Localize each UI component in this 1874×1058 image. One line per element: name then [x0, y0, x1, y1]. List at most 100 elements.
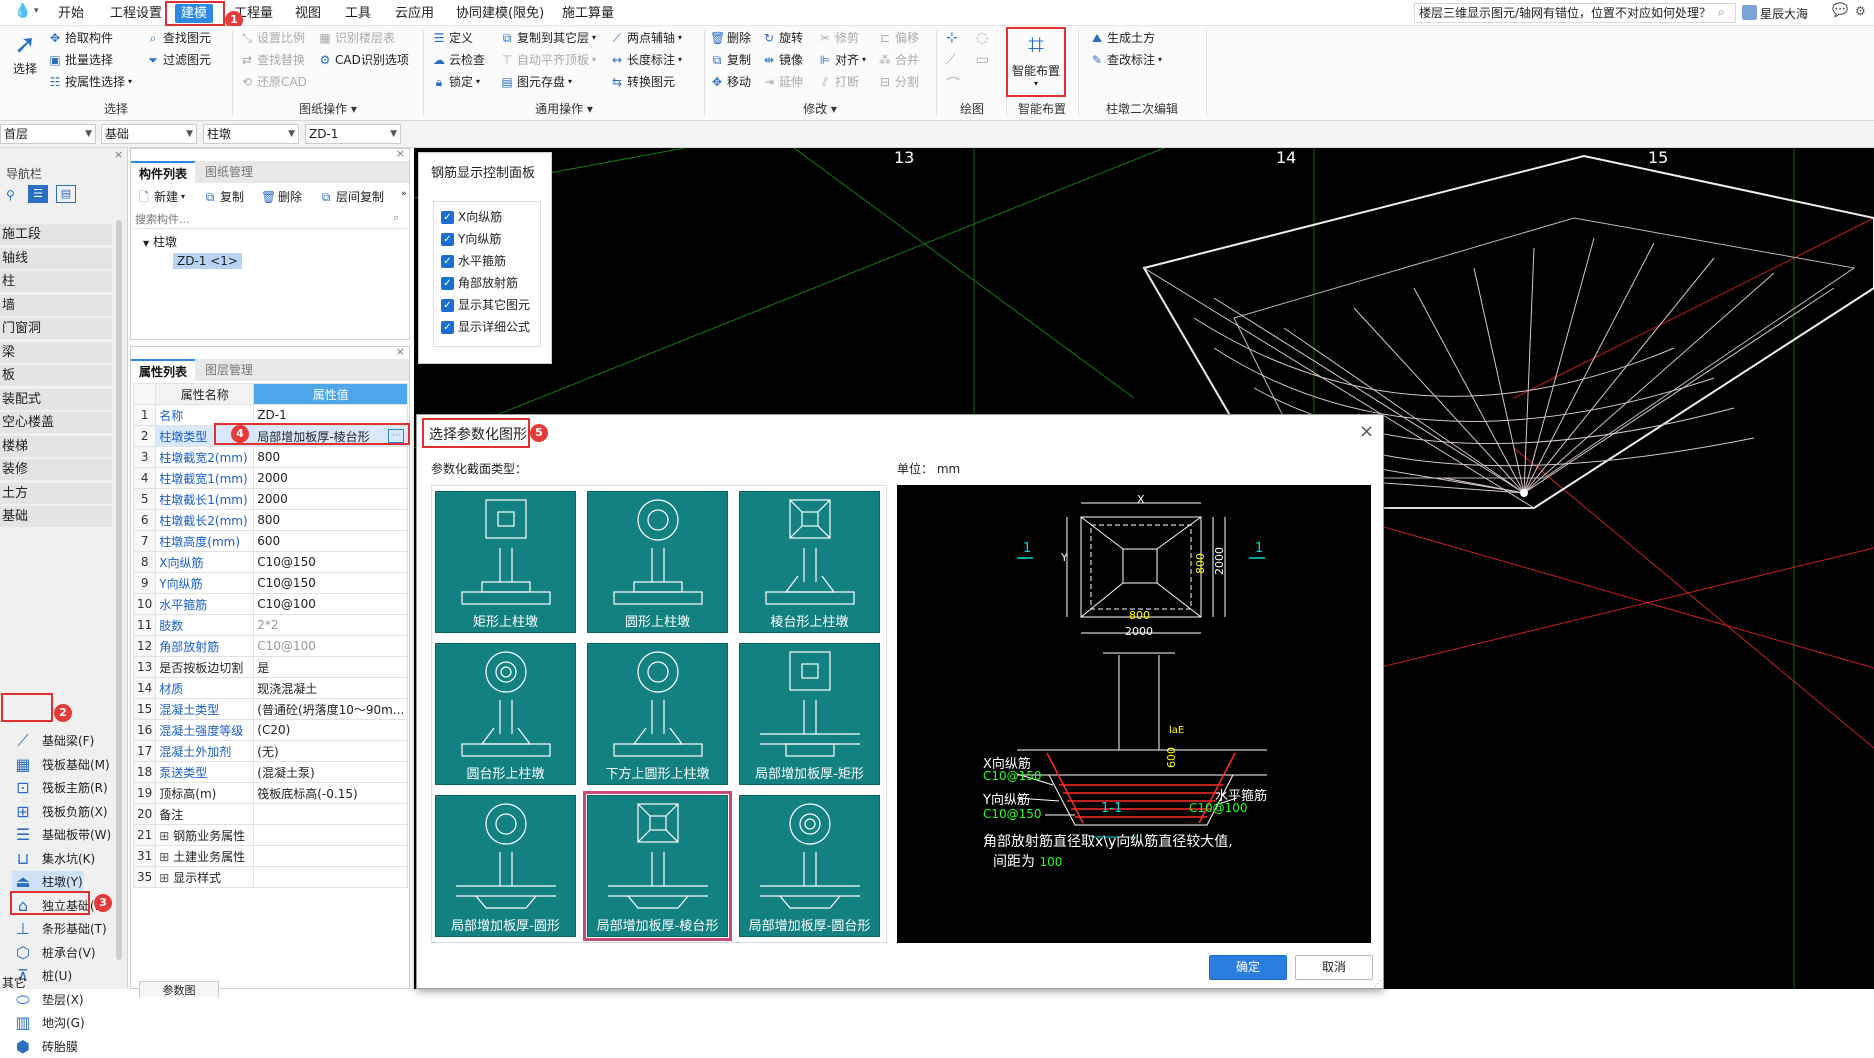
generate-earthwork-button[interactable]: ⛰ 生成土方	[1090, 28, 1155, 48]
move-button[interactable]: ✥ 移动	[710, 72, 751, 92]
property-value[interactable]	[253, 824, 409, 846]
nav-category[interactable]: 空心楼盖	[0, 412, 112, 433]
table-row[interactable]: 20 备注	[132, 803, 409, 825]
two-point-axis-button[interactable]: ⟋ 两点辅轴 ▾	[610, 28, 682, 48]
nav-category[interactable]: 门窗洞	[0, 318, 112, 339]
property-value[interactable]: C10@100	[253, 593, 409, 615]
new-component-button[interactable]: 🗋 新建 ▾	[137, 187, 185, 207]
convert-element-button[interactable]: ⇆ 转换图元	[610, 72, 675, 92]
table-row[interactable]: 9 Y向纵筋 C10@150	[132, 572, 409, 594]
shape-tile[interactable]: 圆形上柱墩	[587, 491, 728, 633]
find-element-button[interactable]: ⌕ 查找图元	[146, 28, 211, 48]
break-button[interactable]: ⫽ 打断	[818, 72, 859, 92]
find-replace-button[interactable]: ⇄ 查找替换	[240, 50, 305, 70]
nav-category[interactable]: 基础	[0, 506, 112, 527]
cross-floor-copy-button[interactable]: ⧉ 层间复制	[319, 187, 384, 207]
help-search-box[interactable]: 楼层三维显示图元/轴网有错位，位置不对应如何处理？	[1414, 3, 1736, 23]
nav-subitem[interactable]: ⬢ 砖胎膜	[12, 1036, 78, 1058]
property-value[interactable]: 2000	[253, 488, 409, 510]
table-row[interactable]: 3 柱墩截宽2(mm) 800	[132, 446, 409, 468]
nav-subitem[interactable]: ▦ 筏板基础(M)	[12, 754, 109, 776]
rebar-checkbox[interactable]: ✓ 显示其它图元	[441, 295, 530, 315]
draw-line-icon[interactable]: ⟋	[946, 52, 956, 68]
nav-subitem[interactable]: ⊡ 筏板主筋(R)	[12, 777, 107, 799]
table-row[interactable]: 7 柱墩高度(mm) 600	[132, 530, 409, 552]
tab-component-list[interactable]: 构件列表	[131, 161, 196, 183]
nav-category[interactable]: 柱	[0, 271, 112, 292]
draw-rect-icon[interactable]: ▭	[976, 52, 989, 68]
resize-grip-icon[interactable]: ⋰	[1374, 979, 1382, 988]
shape-tile[interactable]: 圆台形上柱墩	[435, 643, 576, 785]
nav-close-icon[interactable]: ×	[114, 148, 123, 161]
table-row[interactable]: 11 肢数 2*2	[132, 614, 409, 636]
rebar-checkbox[interactable]: ✓ 显示详细公式	[441, 317, 530, 337]
table-row[interactable]: 8 X向纵筋 C10@150	[132, 551, 409, 573]
rotate-button[interactable]: ↻ 旋转	[762, 28, 803, 48]
nav-detail-icon[interactable]: ▤	[56, 185, 76, 203]
tab-property-list[interactable]: 属性列表	[131, 359, 196, 381]
select-by-property-button[interactable]: ☷ 按属性选择 ▾	[48, 72, 132, 92]
split-button[interactable]: ⊟ 分割	[878, 72, 919, 92]
pick-component-button[interactable]: ✥ 拾取构件	[48, 28, 113, 48]
panel-close-icon[interactable]: ×	[396, 147, 405, 160]
table-row[interactable]: 6 柱墩截长2(mm) 800	[132, 509, 409, 531]
nav-scrollbar[interactable]	[116, 220, 122, 960]
checkbox-checked-icon[interactable]: ✓	[441, 298, 454, 312]
lock-button[interactable]: 🔒︎ 锁定 ▾	[432, 72, 480, 92]
user-name[interactable]: 星辰大海	[1760, 5, 1808, 22]
extend-button[interactable]: ⇥ 延伸	[762, 72, 803, 92]
nav-subitem[interactable]: ⊔ 集水坑(K)	[12, 848, 95, 870]
nav-category[interactable]: 梁	[0, 341, 112, 363]
shape-tile[interactable]: 棱台形上柱墩	[739, 491, 880, 633]
shape-tile[interactable]: 下方上圆形上柱墩	[587, 643, 728, 785]
property-value[interactable]: (无)	[253, 740, 409, 762]
param-diagram-tab[interactable]: 参数图	[139, 981, 219, 997]
define-button[interactable]: ☰ 定义	[432, 28, 473, 48]
nav-subitem[interactable]: ⟋ 基础梁(F)	[12, 730, 94, 752]
property-value[interactable]	[253, 803, 409, 825]
menu-tools[interactable]: 工具	[339, 4, 377, 23]
more-tools-icon[interactable]: »	[401, 189, 407, 199]
notification-icon[interactable]: ⚙	[1855, 4, 1866, 18]
rebar-checkbox[interactable]: ✓ 水平箍筋	[441, 251, 506, 271]
nav-category[interactable]: 土方	[0, 482, 112, 504]
menu-collab[interactable]: 协同建模(限免)	[450, 4, 550, 23]
checkbox-checked-icon[interactable]: ✓	[441, 254, 454, 268]
nav-other[interactable]: 其它	[0, 974, 26, 991]
checkbox-checked-icon[interactable]: ✓	[441, 320, 454, 334]
tab-layer-manage[interactable]: 图层管理	[197, 359, 261, 381]
search-icon[interactable]: ⌕	[393, 211, 399, 225]
menu-view[interactable]: 视图	[289, 4, 327, 23]
table-row[interactable]: 18 泵送类型 (混凝土泵)	[132, 761, 409, 783]
copy-component-button[interactable]: ⧉ 复制	[203, 187, 244, 207]
copy-button[interactable]: ⧉ 复制	[710, 50, 751, 70]
table-row[interactable]: 21 ⊞ 钢筋业务属性	[132, 824, 409, 846]
delete-component-button[interactable]: 🗑︎ 删除	[261, 187, 302, 207]
tab-drawing-manage[interactable]: 图纸管理	[197, 161, 261, 183]
delete-button[interactable]: 🗑︎ 删除	[710, 28, 751, 48]
recognize-floor-table-button[interactable]: ▦ 识别楼层表	[318, 28, 395, 48]
property-value[interactable]: 是	[253, 656, 409, 678]
close-icon[interactable]: ×	[1359, 421, 1374, 442]
table-row[interactable]: 15 混凝土类型 (普通砼(坍落度10～90m...	[132, 698, 409, 720]
rebar-checkbox[interactable]: ✓ Y向纵筋	[441, 229, 501, 249]
nav-list-icon[interactable]: ☰	[28, 185, 48, 203]
property-value[interactable]: 800	[253, 509, 409, 531]
nav-category[interactable]: 装修	[0, 459, 112, 480]
table-row[interactable]: 4 柱墩截宽1(mm) 2000	[132, 467, 409, 489]
component-select[interactable]: ZD-1 ▼	[305, 124, 401, 144]
property-value[interactable]: 800	[253, 446, 409, 468]
nav-subitem[interactable]: ⊥ 条形基础(T)	[12, 918, 107, 940]
auto-align-top-button[interactable]: ⊤ 自动平齐顶板 ▾	[500, 50, 596, 70]
table-row[interactable]: 31 ⊞ 土建业务属性	[132, 845, 409, 867]
checkbox-checked-icon[interactable]: ✓	[441, 210, 454, 224]
property-value[interactable]: C10@100	[253, 635, 409, 657]
property-value[interactable]: 600	[253, 530, 409, 552]
set-scale-button[interactable]: ⤡ 设置比例	[240, 28, 305, 48]
tree-item-selected[interactable]: ZD-1 <1>	[173, 253, 242, 269]
property-value[interactable]: 2*2	[253, 614, 409, 636]
restore-cad-button[interactable]: ⟲ 还原CAD	[240, 72, 307, 92]
table-row[interactable]: 10 水平箍筋 C10@100	[132, 593, 409, 615]
cad-recognition-options-button[interactable]: ⚙ CAD识别选项	[318, 50, 409, 70]
nav-pin-icon[interactable]: ⚲	[6, 188, 15, 202]
